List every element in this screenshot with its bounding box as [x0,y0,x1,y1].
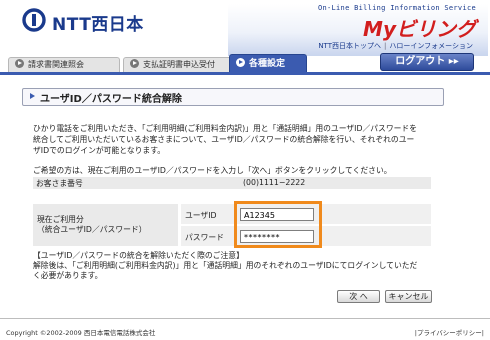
tab-payment-certificate[interactable]: 支払証明書申込受付 [123,57,233,72]
tab-underline [0,72,490,75]
top-links: NTT西日本トップへ | ハローインフォメーション [290,41,476,51]
tab-label: 各種設定 [249,59,286,69]
next-button[interactable]: 次 へ [337,290,380,303]
title-arrow-icon [30,93,35,99]
account-number-row [33,177,431,189]
input-highlight-box [234,201,322,248]
account-number-label: お客さま番号 [36,179,83,188]
instruction-text: ご希望の方は、現在ご利用のユーザID／パスワードを入力し「次へ」ボタンをクリック… [33,166,392,175]
notice-line: く必要があります。 [33,271,103,280]
user-id-label: ユーザID [185,211,217,220]
tab-label: 請求書関連照会 [28,60,84,69]
arrow-circle-icon [130,59,139,68]
privacy-policy-link[interactable]: |プライバシーポリシー| [406,327,484,337]
link-hello-info[interactable]: ハローインフォメーション [386,42,476,50]
credentials-section-sublabel: （統合ユーザID／パスワード） [37,225,147,234]
description-line: ザIDでのログインが可能となります。 [33,146,166,155]
password-label: パスワード [185,233,224,242]
arrow-circle-icon [236,58,245,67]
brand-logo: Myビリング [363,17,476,41]
tab-label: 支払証明書申込受付 [143,60,215,69]
ntt-logo-icon [22,8,46,32]
footer-divider [0,318,490,319]
page-title: ユーザID／パスワード統合解除 [40,94,182,105]
tab-billing-inquiry[interactable]: 請求書関連照会 [8,57,120,72]
logo-text: NTT西日本 [52,15,144,35]
account-number-value: (00)1111−2222 [243,178,306,187]
logout-button[interactable]: ログアウト ▸▸ [380,53,474,71]
description-line: 統合してご利用いただいているお客さまについて、ユーザID／パスワードの統合解除を… [33,135,415,144]
cancel-button[interactable]: キャンセル [385,290,432,303]
copyright-text: Copyright ©2002-2009 西日本電信電話株式会社 [6,329,156,337]
description-line: ひかり電話をご利用いただき、「ご利用明細(ご利用料金内訳)」用と「通話明細」用の… [33,124,418,133]
arrow-circle-icon [15,59,24,68]
tab-settings[interactable]: 各種設定 [229,54,307,73]
link-ntt-top[interactable]: NTT西日本トップへ [315,42,384,50]
service-tagline: On-Line Billing Information Service [317,4,476,12]
